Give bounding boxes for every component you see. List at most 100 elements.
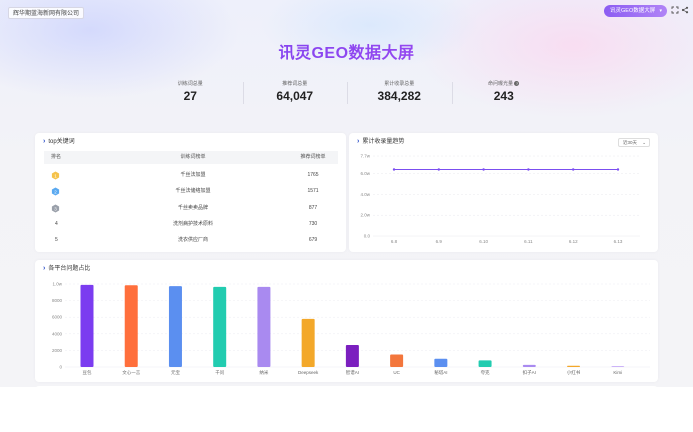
table-row[interactable]: 4 洗剂病护技术原料 730 xyxy=(44,216,338,233)
x-tick-label: 6.10 xyxy=(479,239,488,244)
x-tick-label: 千问 xyxy=(215,369,224,376)
table-row[interactable]: 3 千丝卖卖品牌 877 xyxy=(44,200,338,217)
keyword-count: 877 xyxy=(308,205,318,211)
bar xyxy=(478,360,492,367)
stat-label: 累计收录总量 xyxy=(384,81,415,87)
x-tick-label: 纳米 xyxy=(259,369,268,376)
stat-label: 推荐词总量 xyxy=(282,81,308,87)
bar xyxy=(390,354,404,367)
bar xyxy=(257,286,271,367)
data-point xyxy=(572,168,575,171)
stat-label: 命问曝光量 ? xyxy=(452,80,557,88)
table-row[interactable]: 1 千丝法加盟 1765 xyxy=(44,167,338,184)
page-title: 讯灵GEO数据大屏 xyxy=(0,39,693,63)
bar xyxy=(124,285,138,367)
bar xyxy=(434,358,448,367)
x-tick-label: 智谱AI xyxy=(346,369,359,376)
keyword-count: 679 xyxy=(308,237,318,243)
bronze-medal-icon: 3 xyxy=(51,204,60,213)
column-header-rank: 排名 xyxy=(51,154,62,160)
keywords-title: top关键词 xyxy=(48,139,75,145)
table-row[interactable]: 2 千丝法储络加盟 1571 xyxy=(44,183,338,200)
stat-exposure: 命问曝光量 ? 243 xyxy=(451,80,557,108)
x-tick-label: 6.12 xyxy=(569,239,578,244)
data-point xyxy=(437,168,440,171)
chevron-down-icon: ▾ xyxy=(659,8,662,14)
column-header-training: 训练词榜单 xyxy=(180,154,206,160)
stat-value: 243 xyxy=(493,89,514,103)
x-tick-label: 夸克 xyxy=(481,369,490,376)
x-tick-label: 扣子AI xyxy=(523,369,536,376)
y-tick-label: 2.0w xyxy=(360,213,370,218)
x-tick-label: 元宝 xyxy=(171,369,180,376)
y-tick-label: 8000 xyxy=(52,298,63,303)
screen-switch-button[interactable]: 讯灵GEO数据大屏 ▾ xyxy=(604,5,667,17)
card-title: › top关键词 xyxy=(43,138,75,146)
x-tick-label: UC xyxy=(393,370,400,375)
keyword-text: 洗衣供应厂商 xyxy=(177,237,208,243)
x-tick-label: 6.8 xyxy=(391,239,398,244)
stat-label-text: 命问曝光量 xyxy=(488,81,514,87)
keyword-text: 千丝卖卖品牌 xyxy=(177,205,208,211)
table-row[interactable]: 5 洗衣供应厂商 679 xyxy=(44,232,338,249)
column-header-recommend: 推荐词榜单 xyxy=(300,154,326,160)
y-tick-label: 0.0 xyxy=(364,234,371,239)
chevron-right-icon: › xyxy=(43,138,46,145)
x-tick-label: 小红书 xyxy=(567,369,581,376)
trend-line-chart: 0.0 2.0w 4.0w 6.0w 7.7w 6.8 6.9 6.10 6.11 6.12 6.1… xyxy=(360,154,640,244)
y-tick-label: 6.0w xyxy=(360,171,370,176)
fullscreen-icon[interactable] xyxy=(670,6,679,15)
bar xyxy=(522,364,536,367)
keyword-text: 千丝法加盟 xyxy=(180,172,206,178)
x-tick-label: 秘塔AI xyxy=(434,369,447,376)
x-tick-label: 6.9 xyxy=(436,239,443,244)
stat-value: 64,047 xyxy=(276,89,314,103)
x-tick-label: Deepseek xyxy=(298,370,319,375)
keyword-text: 洗剂病护技术原料 xyxy=(172,221,213,227)
data-point xyxy=(392,168,396,171)
keyword-count: 1765 xyxy=(307,172,319,178)
dashboard-app: 辉华期蓝海新网有限公司 讯灵GEO数据大屏 ▾ 讯灵GEO数据大屏 训练词总量 … xyxy=(0,0,693,387)
y-tick-label: 4.0w xyxy=(360,192,370,197)
rank-number: 5 xyxy=(55,237,58,243)
share-icon[interactable] xyxy=(680,6,689,15)
data-point xyxy=(527,168,530,171)
silver-medal-icon: 2 xyxy=(51,187,60,196)
stat-label: 训练词总量 xyxy=(177,81,203,87)
keyword-count: 730 xyxy=(308,221,318,227)
stat-value: 27 xyxy=(183,89,197,103)
bar xyxy=(213,286,227,367)
bar xyxy=(567,365,581,367)
company-badge: 辉华期蓝海新网有限公司 xyxy=(8,7,85,19)
bar xyxy=(80,284,94,367)
x-tick-label: Kimi xyxy=(613,370,622,375)
y-tick-label: 1.0w xyxy=(52,282,62,287)
data-point xyxy=(616,168,620,171)
next-card-edge xyxy=(35,386,658,390)
x-tick-label: 文心一言 xyxy=(122,369,140,376)
y-tick-label: 7.7w xyxy=(360,154,370,159)
trend-card: › 累计收录量趋势 近30天 ⌄ 0.0 2.0w 4.0w 6.0w 7.7w 6.8 6.… xyxy=(349,133,658,252)
stats-bar: 训练词总量 27 推荐词总量 64,047 累计收录总量 384,282 命问曝… xyxy=(138,80,556,108)
x-tick-label: 6.11 xyxy=(524,239,533,244)
keywords-table-header: 排名 训练词榜单 推荐词榜单 xyxy=(44,151,338,164)
y-tick-label: 0 xyxy=(59,365,62,370)
data-point xyxy=(482,168,485,171)
keyword-text: 千丝法储络加盟 xyxy=(175,188,211,194)
keyword-count: 1571 xyxy=(307,188,319,194)
platform-bar-chart: 0 2000 4000 6000 8000 1.0w 豆包 文心一言 元宝 千问 纳米 Deepsee… xyxy=(52,282,650,376)
bar xyxy=(168,286,182,367)
stat-value: 384,282 xyxy=(377,89,421,103)
rank-number: 4 xyxy=(55,221,58,227)
platform-card: › 各平台问题占比 0 2000 4000 6000 8000 1.0w 豆包 文心一言 元宝 千问… xyxy=(35,260,658,382)
x-tick-label: 6.13 xyxy=(614,239,623,244)
gold-medal-icon: 1 xyxy=(51,171,60,180)
x-tick-label: 豆包 xyxy=(83,369,92,375)
bar xyxy=(301,318,315,367)
stat-training-words: 训练词总量 27 xyxy=(138,80,243,108)
y-tick-label: 6000 xyxy=(52,315,63,320)
y-tick-label: 4000 xyxy=(52,331,63,336)
screen-switch-label: 讯灵GEO数据大屏 xyxy=(610,8,656,14)
stat-recommend-words: 推荐词总量 64,047 xyxy=(242,80,348,108)
info-icon[interactable]: ? xyxy=(514,81,520,87)
